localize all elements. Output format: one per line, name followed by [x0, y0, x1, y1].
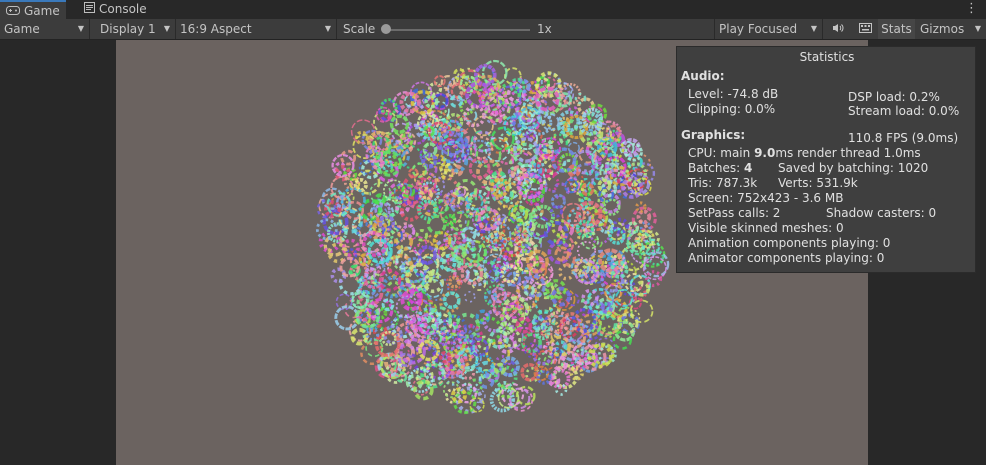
keyboard-shortcuts-button[interactable]	[853, 19, 877, 39]
graphics-skinned-meshes: Visible skinned meshes: 0	[688, 221, 844, 235]
audio-level: Level: -74.8 dB	[688, 87, 779, 101]
stats-toggle-label: Stats	[881, 22, 912, 36]
scale-value: 1x	[537, 22, 552, 36]
chevron-down-icon: ▼	[810, 24, 817, 33]
tab-game[interactable]: Game	[0, 0, 66, 19]
mute-audio-button[interactable]	[827, 19, 849, 39]
chevron-down-icon: ▼	[163, 24, 170, 33]
statistics-panel: Statistics Audio: Level: -74.8 dB DSP lo…	[676, 46, 976, 273]
audio-header: Audio:	[681, 69, 725, 83]
graphics-setpass: SetPass calls: 2	[688, 206, 781, 220]
audio-stream-load: Stream load: 0.0%	[848, 104, 960, 118]
graphics-tris: Tris: 787.3k	[688, 176, 758, 190]
graphics-animator-components: Animator components playing: 0	[688, 251, 885, 265]
aspect-dropdown[interactable]: 16:9 Aspect ▼	[176, 19, 337, 39]
view-dropdown-label: Game	[4, 22, 40, 36]
tab-bar: Game Console ⋮	[0, 0, 986, 19]
display-dropdown-label: Display 1	[100, 22, 156, 36]
chevron-down-icon: ▼	[77, 24, 84, 33]
aspect-dropdown-label: 16:9 Aspect	[180, 22, 252, 36]
graphics-saved-by-batching: Saved by batching: 1020	[778, 161, 929, 175]
scale-slider-handle[interactable]	[381, 24, 391, 34]
scale-label: Scale	[343, 22, 376, 36]
graphics-shadow-casters: Shadow casters: 0	[826, 206, 937, 220]
graphics-animation-components: Animation components playing: 0	[688, 236, 891, 250]
scale-slider-track[interactable]	[384, 29, 530, 31]
gizmos-label: Gizmos	[920, 22, 965, 36]
tab-console-label: Console	[99, 2, 147, 16]
console-icon	[84, 0, 95, 19]
speaker-icon	[832, 22, 844, 36]
tab-game-label: Game	[24, 4, 60, 18]
chevron-down-icon: ▼	[324, 24, 331, 33]
audio-dsp-load: DSP load: 0.2%	[848, 90, 940, 104]
graphics-verts: Verts: 531.9k	[778, 176, 858, 190]
graphics-batches: Batches: 4	[688, 161, 753, 175]
keyboard-icon	[858, 22, 872, 36]
stats-toggle-button[interactable]: Stats	[878, 19, 915, 39]
chevron-down-icon: ▼	[974, 24, 981, 33]
more-options-icon[interactable]: ⋮	[965, 1, 978, 16]
display-dropdown[interactable]: Display 1 ▼	[96, 19, 176, 39]
graphics-screen: Screen: 752x423 - 3.6 MB	[688, 191, 844, 205]
view-dropdown[interactable]: Game ▼	[0, 19, 90, 39]
tab-console[interactable]: Console	[78, 0, 153, 19]
graphics-fps: 110.8 FPS (9.0ms)	[848, 131, 959, 145]
gizmos-dropdown[interactable]: Gizmos ▼	[916, 19, 986, 39]
audio-clipping: Clipping: 0.0%	[688, 102, 776, 116]
particle-cluster	[315, 59, 670, 415]
play-mode-dropdown[interactable]: Play Focused ▼	[715, 19, 823, 39]
graphics-cpu: CPU: main 9.0ms render thread 1.0ms	[688, 146, 921, 160]
play-mode-label: Play Focused	[719, 22, 798, 36]
graphics-header: Graphics:	[681, 128, 746, 142]
statistics-title: Statistics	[799, 50, 855, 64]
